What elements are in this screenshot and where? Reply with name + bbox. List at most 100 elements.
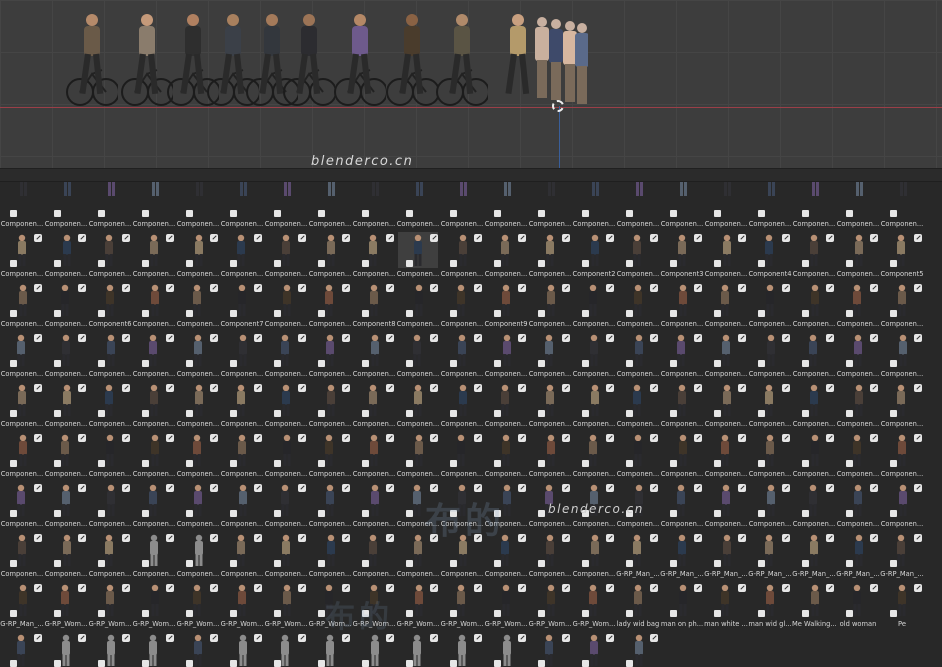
edit-icon[interactable] [738, 284, 746, 292]
asset-checkbox[interactable] [10, 510, 17, 517]
asset-tile[interactable]: G-RP_Wom... [44, 582, 88, 632]
asset-checkbox[interactable] [186, 210, 193, 217]
asset-tile[interactable]: G-RP_Man_... [792, 532, 836, 582]
asset-checkbox[interactable] [846, 610, 853, 617]
asset-checkbox[interactable] [406, 560, 413, 567]
edit-icon[interactable] [914, 234, 922, 242]
asset-checkbox[interactable] [846, 260, 853, 267]
area-divider[interactable] [0, 168, 942, 182]
edit-icon[interactable] [78, 634, 86, 642]
edit-icon[interactable] [122, 234, 130, 242]
asset-checkbox[interactable] [406, 210, 413, 217]
asset-tile[interactable]: Componen... [880, 282, 924, 332]
asset-checkbox[interactable] [802, 410, 809, 417]
asset-checkbox[interactable] [626, 260, 633, 267]
asset-checkbox[interactable] [802, 360, 809, 367]
asset-tile[interactable]: Componen... [44, 532, 88, 582]
asset-checkbox[interactable] [186, 560, 193, 567]
edit-icon[interactable] [474, 384, 482, 392]
edit-icon[interactable] [386, 334, 394, 342]
asset-checkbox[interactable] [802, 260, 809, 267]
asset-tile[interactable]: Componen... [792, 382, 836, 432]
edit-icon[interactable] [518, 284, 526, 292]
asset-checkbox[interactable] [54, 310, 61, 317]
asset-tile[interactable]: Componen... [352, 332, 396, 382]
asset-tile[interactable]: Componen... [792, 432, 836, 482]
asset-checkbox[interactable] [186, 310, 193, 317]
edit-icon[interactable] [694, 284, 702, 292]
asset-checkbox[interactable] [10, 260, 17, 267]
edit-icon[interactable] [342, 284, 350, 292]
edit-icon[interactable] [78, 434, 86, 442]
asset-checkbox[interactable] [538, 460, 545, 467]
asset-tile[interactable]: G-RP_Man_... [836, 532, 880, 582]
asset-tile[interactable]: old woman [836, 582, 880, 632]
asset-checkbox[interactable] [538, 660, 545, 667]
asset-checkbox[interactable] [230, 510, 237, 517]
asset-tile[interactable]: Componen... [132, 232, 176, 282]
asset-checkbox[interactable] [846, 460, 853, 467]
asset-tile[interactable]: Componen... [220, 182, 264, 232]
asset-checkbox[interactable] [626, 310, 633, 317]
asset-checkbox[interactable] [670, 560, 677, 567]
asset-checkbox[interactable] [98, 260, 105, 267]
edit-icon[interactable] [474, 484, 482, 492]
asset-tile[interactable]: Componen... [748, 482, 792, 532]
edit-icon[interactable] [870, 384, 878, 392]
asset-tile[interactable]: Componen... [704, 382, 748, 432]
asset-tile[interactable]: Component2 [572, 232, 616, 282]
asset-checkbox[interactable] [186, 660, 193, 667]
asset-checkbox[interactable] [274, 660, 281, 667]
edit-icon[interactable] [386, 484, 394, 492]
asset-checkbox[interactable] [890, 460, 897, 467]
asset-checkbox[interactable] [670, 410, 677, 417]
asset-tile[interactable]: Componen... [440, 282, 484, 332]
edit-icon[interactable] [650, 284, 658, 292]
edit-icon[interactable] [694, 234, 702, 242]
edit-icon[interactable] [738, 234, 746, 242]
asset-tile[interactable]: Componen... [220, 532, 264, 582]
asset-checkbox[interactable] [230, 460, 237, 467]
asset-checkbox[interactable] [890, 560, 897, 567]
asset-checkbox[interactable] [714, 610, 721, 617]
asset-checkbox[interactable] [230, 410, 237, 417]
edit-icon[interactable] [738, 384, 746, 392]
edit-icon[interactable] [122, 284, 130, 292]
edit-icon[interactable] [738, 584, 746, 592]
asset-checkbox[interactable] [98, 210, 105, 217]
asset-checkbox[interactable] [890, 260, 897, 267]
asset-tile[interactable]: Photo-Man... [220, 632, 264, 667]
asset-tile[interactable]: G-RP_Wom... [264, 582, 308, 632]
edit-icon[interactable] [606, 334, 614, 342]
asset-checkbox[interactable] [274, 510, 281, 517]
asset-checkbox[interactable] [582, 610, 589, 617]
asset-checkbox[interactable] [494, 460, 501, 467]
edit-icon[interactable] [122, 434, 130, 442]
edit-icon[interactable] [34, 384, 42, 392]
asset-checkbox[interactable] [670, 610, 677, 617]
edit-icon[interactable] [34, 234, 42, 242]
asset-checkbox[interactable] [318, 510, 325, 517]
cyclist-figure[interactable] [66, 10, 118, 110]
edit-icon[interactable] [650, 434, 658, 442]
edit-icon[interactable] [782, 434, 790, 442]
edit-icon[interactable] [474, 234, 482, 242]
asset-checkbox[interactable] [538, 210, 545, 217]
edit-icon[interactable] [34, 584, 42, 592]
asset-checkbox[interactable] [450, 210, 457, 217]
asset-checkbox[interactable] [670, 460, 677, 467]
asset-tile[interactable]: Componen... [440, 332, 484, 382]
asset-tile[interactable]: Componen... [44, 382, 88, 432]
asset-checkbox[interactable] [318, 410, 325, 417]
edit-icon[interactable] [914, 434, 922, 442]
edit-icon[interactable] [34, 334, 42, 342]
asset-checkbox[interactable] [538, 310, 545, 317]
asset-tile[interactable]: Componen... [0, 482, 44, 532]
edit-icon[interactable] [562, 434, 570, 442]
asset-tile[interactable]: Componen... [220, 382, 264, 432]
asset-checkbox[interactable] [230, 610, 237, 617]
edit-icon[interactable] [650, 534, 658, 542]
asset-tile[interactable]: Componen... [264, 232, 308, 282]
edit-icon[interactable] [34, 284, 42, 292]
asset-tile[interactable]: Componen... [440, 432, 484, 482]
